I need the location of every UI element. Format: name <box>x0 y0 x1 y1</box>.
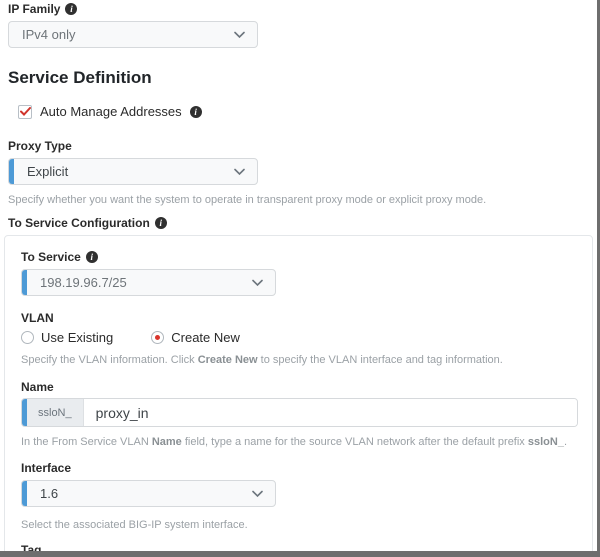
to-service-label: To Service i <box>21 250 576 264</box>
vlan-label: VLAN <box>21 311 576 325</box>
vlan-use-existing-label: Use Existing <box>41 330 113 345</box>
info-icon[interactable]: i <box>190 106 202 118</box>
screenshot-bottom-edge <box>0 551 600 557</box>
to-service-config-label: To Service Configuration i <box>8 216 600 230</box>
proxy-type-label-text: Proxy Type <box>8 139 72 153</box>
name-prefix: ssloN_ <box>27 399 84 426</box>
vlan-radio-create-new[interactable]: Create New <box>151 330 240 345</box>
name-help-p3: . <box>564 436 567 448</box>
validation-accent-bar <box>22 481 27 506</box>
chevron-down-icon <box>252 490 263 497</box>
info-icon[interactable]: i <box>86 251 98 263</box>
proxy-type-help: Specify whether you want the system to o… <box>8 194 600 207</box>
vlan-help-pre: Specify the VLAN information. Click <box>21 354 198 366</box>
interface-select[interactable]: 1.6 <box>21 480 276 507</box>
vlan-help: Specify the VLAN information. Click Crea… <box>21 354 576 367</box>
proxy-type-label: Proxy Type <box>8 139 600 153</box>
guided-config-form: IP Family i IPv4 only Service Definition… <box>0 0 600 557</box>
to-service-label-text: To Service <box>21 250 81 264</box>
vlan-label-text: VLAN <box>21 311 54 325</box>
ip-family-selected-value: IPv4 only <box>22 27 75 42</box>
name-input[interactable] <box>84 399 577 426</box>
name-label: Name <box>21 380 576 394</box>
name-label-text: Name <box>21 380 54 394</box>
radio-selected-icon[interactable] <box>151 331 164 344</box>
name-help-b2: ssloN_ <box>528 436 564 448</box>
chevron-down-icon <box>234 31 245 38</box>
ip-family-group: IP Family i IPv4 only <box>8 2 600 48</box>
proxy-type-selected-value: Explicit <box>27 164 68 179</box>
name-help-b1: Name <box>152 436 182 448</box>
name-help: In the From Service VLAN Name field, typ… <box>21 436 576 449</box>
interface-help: Select the associated BIG-IP system inte… <box>21 519 576 532</box>
info-icon[interactable]: i <box>155 217 167 229</box>
vlan-create-new-label: Create New <box>171 330 240 345</box>
vlan-radio-group: Use Existing Create New <box>21 330 576 345</box>
to-service-config-label-text: To Service Configuration <box>8 216 150 230</box>
radio-unselected-icon[interactable] <box>21 331 34 344</box>
ip-family-select[interactable]: IPv4 only <box>8 21 258 48</box>
proxy-type-group: Proxy Type Explicit Specify whether you … <box>8 139 600 207</box>
interface-selected-value: 1.6 <box>40 486 58 501</box>
section-heading: Service Definition <box>8 68 600 88</box>
name-help-p2: field, type a name for the source VLAN n… <box>182 436 528 448</box>
red-check-icon <box>20 107 31 116</box>
auto-manage-label: Auto Manage Addresses <box>40 104 182 119</box>
auto-manage-checkbox[interactable] <box>18 105 32 119</box>
proxy-type-select[interactable]: Explicit <box>8 158 258 185</box>
to-service-config-panel: To Service i 198.19.96.7/25 VLAN Use Exi… <box>4 235 593 557</box>
validation-accent-bar <box>22 270 27 295</box>
name-input-wrapper: ssloN_ <box>21 398 578 427</box>
ip-family-label: IP Family i <box>8 2 600 16</box>
auto-manage-row[interactable]: Auto Manage Addresses i <box>18 104 600 119</box>
vlan-help-post: to specify the VLAN interface and tag in… <box>258 354 503 366</box>
chevron-down-icon <box>252 279 263 286</box>
validation-accent-bar <box>9 159 14 184</box>
to-service-select[interactable]: 198.19.96.7/25 <box>21 269 276 296</box>
chevron-down-icon <box>234 168 245 175</box>
form-content: IP Family i IPv4 only Service Definition… <box>0 0 600 557</box>
vlan-radio-use-existing[interactable]: Use Existing <box>21 330 113 345</box>
info-icon[interactable]: i <box>65 3 77 15</box>
vlan-help-bold: Create New <box>198 354 258 366</box>
interface-label-text: Interface <box>21 461 71 475</box>
ip-family-label-text: IP Family <box>8 2 60 16</box>
to-service-selected-value: 198.19.96.7/25 <box>40 275 127 290</box>
interface-label: Interface <box>21 461 576 475</box>
name-help-p1: In the From Service VLAN <box>21 436 152 448</box>
